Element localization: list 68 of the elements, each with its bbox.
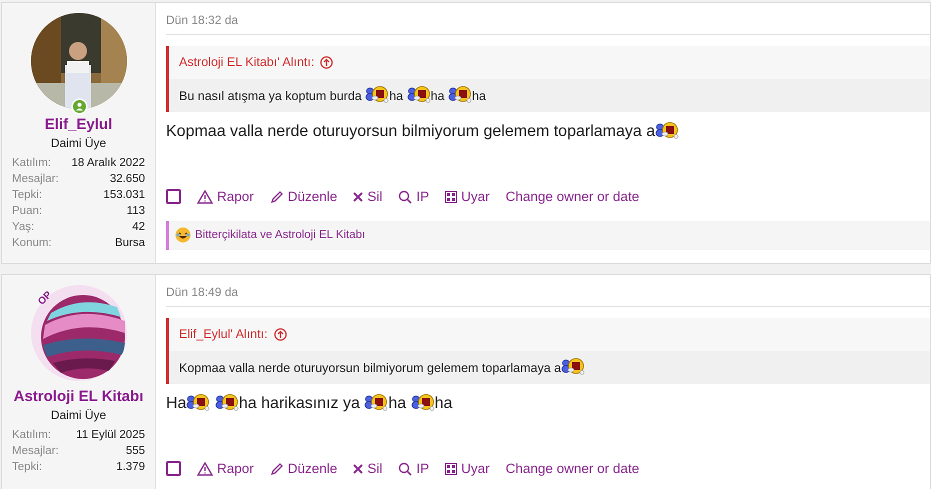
smiley-icon — [561, 356, 586, 375]
smiley-icon — [406, 84, 431, 103]
action-link[interactable]: Düzenle — [270, 186, 338, 207]
laughing-emoji-icon — [175, 227, 191, 244]
action-link[interactable]: IP — [398, 186, 430, 207]
post-date: Dün 18:32 da — [166, 11, 930, 35]
action-link[interactable]: Düzenle — [270, 458, 338, 479]
stat-value: 153.031 — [103, 188, 145, 203]
stat-value: 11 Eylül 2025 — [76, 428, 145, 443]
smiley-icon — [364, 392, 388, 410]
pencil-icon — [270, 190, 284, 204]
search-icon — [398, 462, 412, 476]
smiley-icon — [410, 392, 435, 410]
select-checkbox[interactable] — [166, 189, 181, 204]
stat-label: Mesajlar: — [12, 444, 59, 459]
post-date: Dün 18:49 da — [166, 283, 930, 307]
stat-label: Tepki: — [12, 460, 42, 475]
user-title: Daimi Üye — [50, 135, 108, 151]
smiley-icon — [186, 392, 210, 410]
stat-label: Katılım: — [12, 156, 51, 171]
message-text: Ha ha harikasınız ya ha ha — [166, 394, 452, 412]
warning-icon — [197, 462, 213, 476]
grid-icon — [445, 190, 458, 203]
close-icon — [353, 464, 364, 474]
stat-label: Mesajlar: — [12, 172, 59, 187]
username-link[interactable]: Astroloji EL Kitabı — [12, 388, 145, 406]
action-link[interactable]: Uyar — [445, 186, 490, 207]
user-title: Daimi Üye — [50, 407, 108, 423]
stat-label: Tepki: — [12, 188, 42, 203]
stat-value: 113 — [126, 204, 145, 219]
close-icon — [353, 192, 364, 202]
message-text: Kopmaa valla nerde oturuyorsun bilmiyorum gelemem toparlamaya a — [166, 122, 680, 140]
stat-value: Bursa — [114, 236, 145, 251]
pencil-icon — [270, 462, 284, 476]
action-link[interactable]: Change owner or date — [506, 186, 640, 207]
quote-author-link[interactable]: Elif_Eylul' Alıntı: — [179, 325, 268, 344]
quote-author-link[interactable]: Astroloji EL Kitabı' Alıntı: — [179, 53, 314, 72]
action-link[interactable]: Sil — [353, 458, 382, 479]
stat-label: Yaş: — [12, 220, 34, 235]
stat-value: 18 Aralık 2022 — [71, 156, 145, 171]
smiley-icon — [655, 120, 680, 138]
stat-label: Puan: — [12, 204, 42, 219]
stat-value: 42 — [132, 220, 145, 235]
search-icon — [398, 190, 412, 204]
action-link[interactable]: IP — [398, 458, 430, 479]
stat-value: 32.650 — [110, 172, 145, 187]
jump-up-icon[interactable] — [320, 56, 334, 69]
stat-label: Katılım: — [12, 428, 51, 443]
username-link[interactable]: Elif_Eylul — [12, 116, 145, 134]
action-link[interactable]: Uyar — [445, 458, 490, 479]
smiley-icon — [365, 84, 390, 103]
stat-value: 555 — [126, 444, 145, 459]
stat-value: 1.379 — [116, 460, 145, 475]
action-link[interactable]: Rapor — [197, 186, 254, 207]
smiley-icon — [448, 84, 472, 103]
action-link[interactable]: Change owner or date — [506, 458, 640, 479]
smiley-icon — [214, 392, 239, 410]
jump-up-icon[interactable] — [274, 328, 287, 341]
op-label: OP — [34, 288, 55, 309]
grid-icon — [445, 462, 458, 475]
quote-text: Kopmaa valla nerde oturuyorsun bilmiyorum gelemem toparlamaya a — [179, 360, 586, 375]
quote-text: Bu nasıl atışma ya koptum burda ha ha ha — [179, 88, 486, 103]
reactions-text[interactable]: Bitterçikilata ve Astroloji EL Kitabı — [195, 226, 366, 244]
action-link[interactable]: Rapor — [197, 458, 254, 479]
warning-icon — [197, 190, 213, 204]
stat-label: Konum: — [12, 236, 52, 251]
select-checkbox[interactable] — [166, 461, 181, 476]
action-link[interactable]: Sil — [353, 186, 382, 207]
